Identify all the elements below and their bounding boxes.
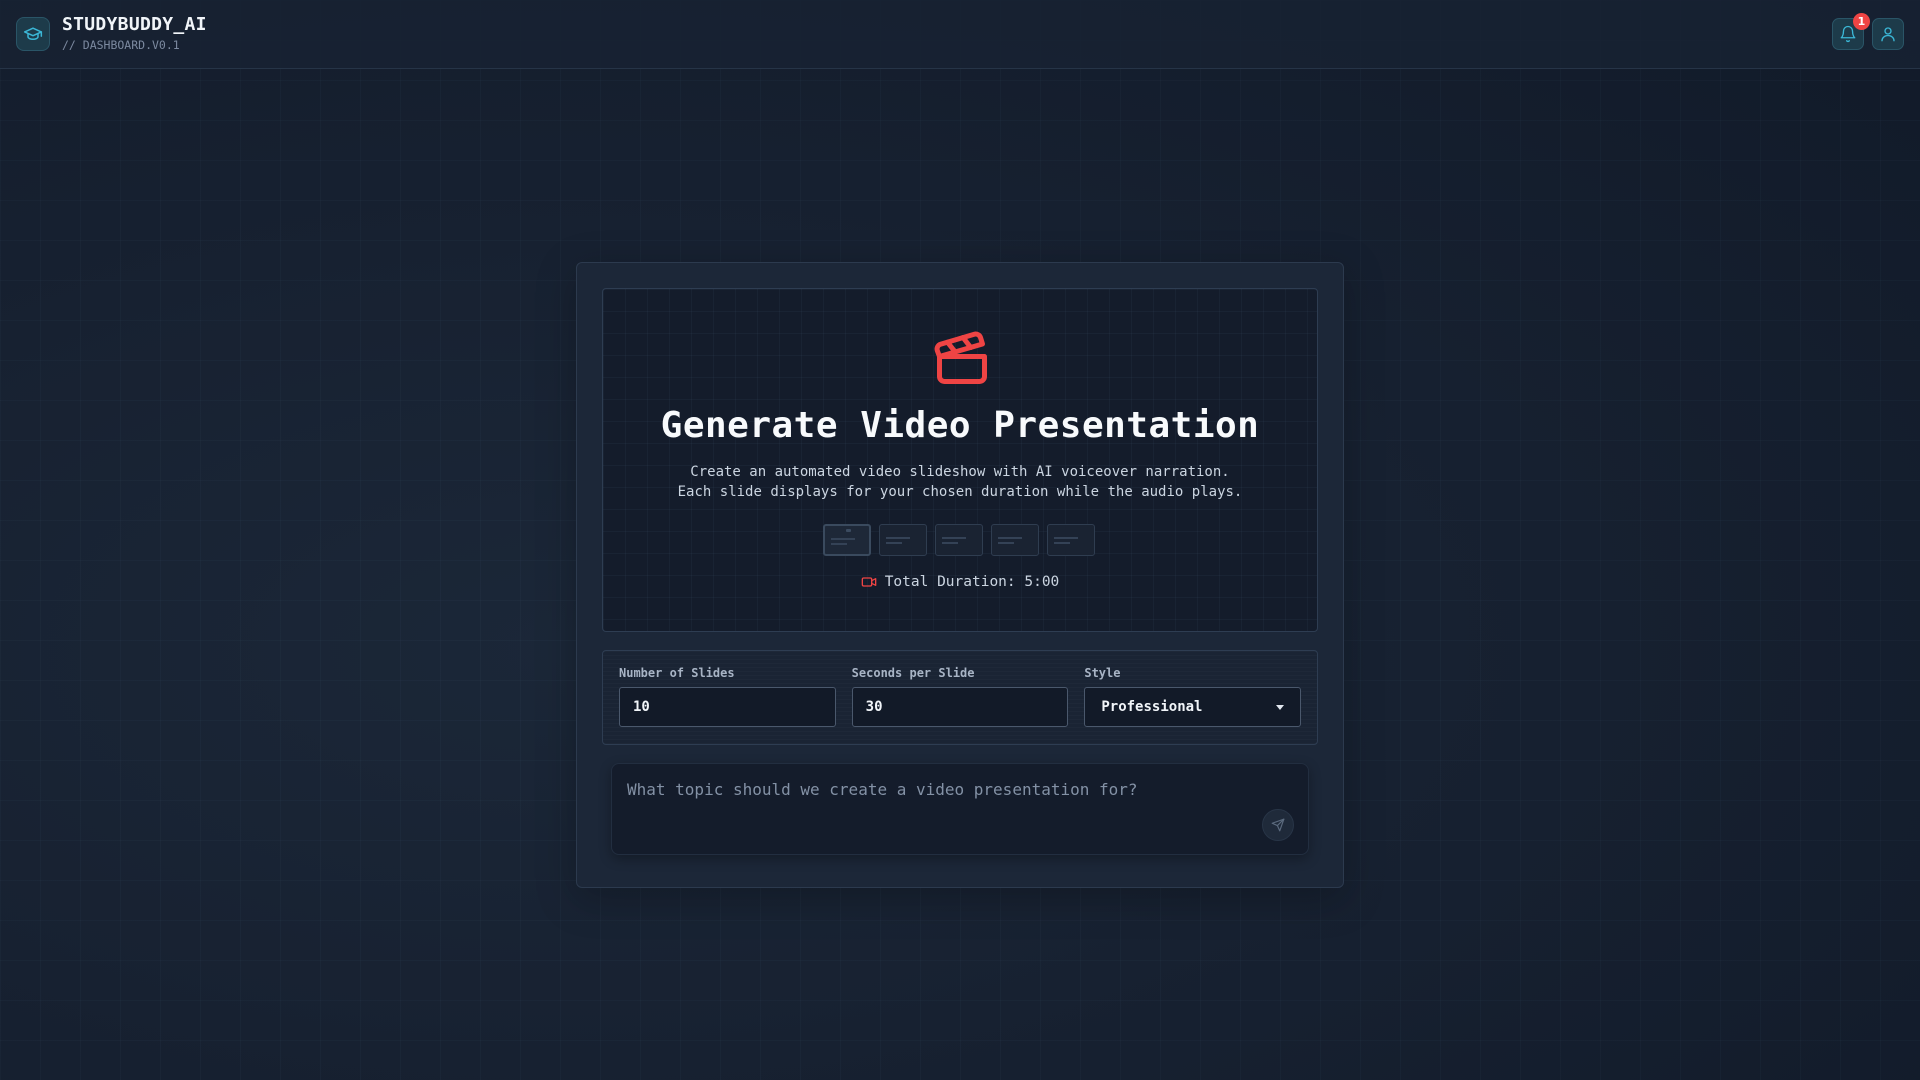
notification-badge: 1 xyxy=(1853,13,1870,30)
seconds-label: Seconds per Slide xyxy=(851,666,975,680)
video-camera-icon xyxy=(861,577,877,587)
profile-button[interactable] xyxy=(1872,18,1904,50)
bell-icon xyxy=(1840,25,1856,43)
top-bar: STUDYBUDDY_AI // DASHBOARD.V0.1 1 xyxy=(0,0,1920,69)
clapperboard-icon xyxy=(934,331,987,384)
topic-input-placeholder[interactable]: What topic should we create a video pres… xyxy=(627,780,1138,799)
send-button[interactable] xyxy=(1262,809,1294,841)
slide-preview xyxy=(1047,524,1095,556)
user-icon xyxy=(1881,27,1895,42)
style-select[interactable]: Professional xyxy=(1084,687,1302,727)
notifications-button[interactable]: 1 xyxy=(1832,13,1870,50)
hero-panel: Generate Video Presentation Create an au… xyxy=(602,288,1318,632)
description-line-2: Each slide displays for your chosen dura… xyxy=(677,484,1243,500)
total-duration-label: Total Duration: 5:00 xyxy=(884,574,1060,590)
slide-preview-strip xyxy=(823,524,1099,558)
page-title: Generate Video Presentation xyxy=(660,405,1260,446)
page-description: Create an automated video slideshow with… xyxy=(603,462,1317,502)
chevron-down-icon xyxy=(1276,704,1285,710)
brand[interactable]: STUDYBUDDY_AI // DASHBOARD.V0.1 xyxy=(16,16,207,52)
topic-prompt[interactable]: What topic should we create a video pres… xyxy=(611,763,1309,855)
graduation-cap-icon xyxy=(16,17,50,51)
seconds-input[interactable]: 30 xyxy=(851,687,1069,727)
slides-input[interactable]: 10 xyxy=(619,687,836,727)
app-title: STUDYBUDDY_AI xyxy=(62,14,207,36)
style-select-value: Professional xyxy=(1101,699,1203,715)
slides-label: Number of Slides xyxy=(619,666,735,680)
app-subtitle: // DASHBOARD.V0.1 xyxy=(62,38,180,53)
style-field: Style Professional xyxy=(1084,666,1302,729)
total-duration: Total Duration: 5:00 xyxy=(603,574,1317,590)
send-icon xyxy=(1271,818,1285,832)
header-actions: 1 xyxy=(1832,13,1904,50)
slide-preview xyxy=(823,524,871,556)
style-label: Style xyxy=(1084,666,1121,680)
seconds-field: Seconds per Slide 30 xyxy=(851,666,1069,729)
video-generator-card: Generate Video Presentation Create an au… xyxy=(576,262,1344,888)
description-line-1: Create an automated video slideshow with… xyxy=(690,464,1230,480)
slide-preview xyxy=(879,524,927,556)
slide-preview xyxy=(991,524,1039,556)
slide-preview xyxy=(935,524,983,556)
slides-field: Number of Slides 10 xyxy=(619,666,836,729)
settings-panel: Number of Slides 10 Seconds per Slide 30… xyxy=(602,650,1318,745)
